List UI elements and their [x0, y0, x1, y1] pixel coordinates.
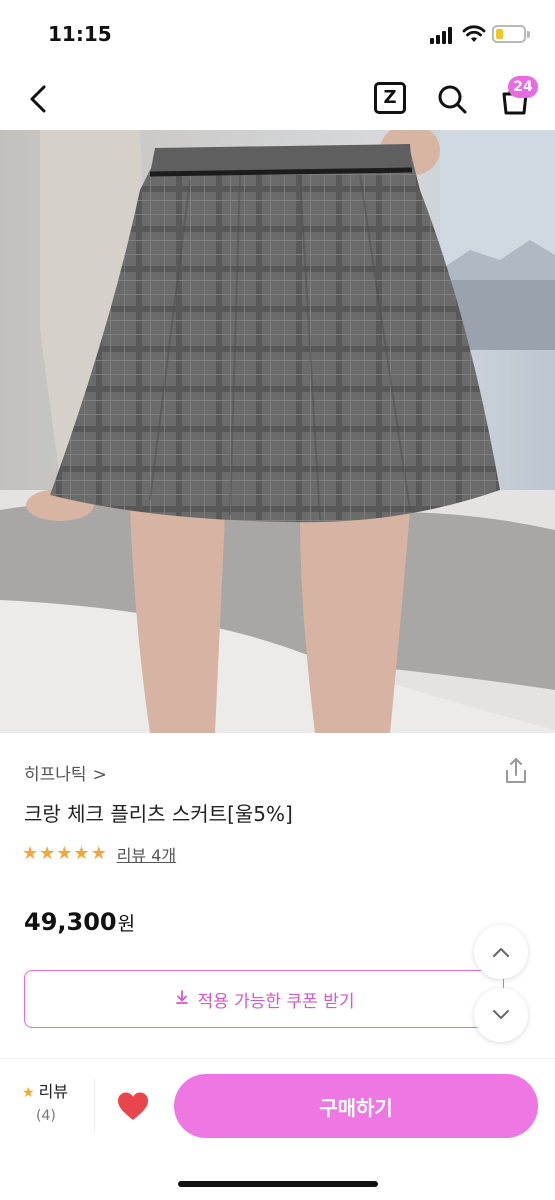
- coupon-label: 적용 가능한 쿠폰 받기: [197, 991, 355, 1012]
- review-summary[interactable]: ★ 리뷰: [22, 1078, 68, 1102]
- status-bar: 11:15: [0, 0, 555, 70]
- divider: [94, 1078, 95, 1134]
- review-count: (4): [36, 1108, 56, 1124]
- product-title: 크랑 체크 플리츠 스커트[울5%]: [24, 802, 293, 826]
- brand-name: 히프나틱: [24, 765, 87, 785]
- download-icon: [174, 989, 190, 1009]
- cart-count-badge: 24: [508, 76, 538, 98]
- star-icon: ★: [56, 843, 73, 864]
- chevron-up-icon: [493, 948, 509, 957]
- heart-icon[interactable]: [116, 1090, 150, 1122]
- chevron-down-icon: [493, 1010, 509, 1019]
- brand-link[interactable]: 히프나틱 >: [24, 760, 107, 785]
- star-icon: ★: [90, 843, 107, 864]
- chevron-right-icon: >: [92, 765, 107, 785]
- star-icon: ★: [22, 1085, 35, 1101]
- rating-stars: ★ ★ ★ ★ ★: [22, 844, 107, 864]
- star-icon: ★: [39, 843, 56, 864]
- review-label: 리뷰: [38, 1082, 69, 1101]
- back-arrow-icon[interactable]: [24, 82, 54, 116]
- nav-bar: Z: [0, 70, 555, 130]
- zigzag-z-icon[interactable]: Z: [374, 82, 406, 114]
- rating-row: ★ ★ ★ ★ ★ 리뷰 4개: [22, 842, 176, 866]
- buy-button[interactable]: 구매하기: [174, 1074, 538, 1138]
- review-count-link[interactable]: 리뷰 4개: [117, 842, 176, 866]
- battery-icon: [492, 25, 526, 43]
- scroll-up-button[interactable]: [474, 925, 528, 979]
- signal-icon: [430, 26, 456, 44]
- star-icon: ★: [73, 843, 90, 864]
- search-icon[interactable]: [436, 82, 468, 116]
- get-coupon-button[interactable]: 적용 가능한 쿠폰 받기: [24, 970, 504, 1028]
- share-icon[interactable]: [502, 756, 530, 786]
- status-time: 11:15: [48, 22, 112, 46]
- wifi-icon: [462, 25, 486, 42]
- scroll-down-button[interactable]: [474, 988, 528, 1042]
- home-indicator: [178, 1181, 378, 1187]
- price-unit: 원: [117, 913, 136, 935]
- product-image[interactable]: [0, 130, 555, 733]
- price-value: 49,300: [24, 908, 117, 936]
- product-photo: [0, 130, 555, 733]
- star-icon: ★: [22, 843, 39, 864]
- price: 49,300원: [24, 908, 135, 936]
